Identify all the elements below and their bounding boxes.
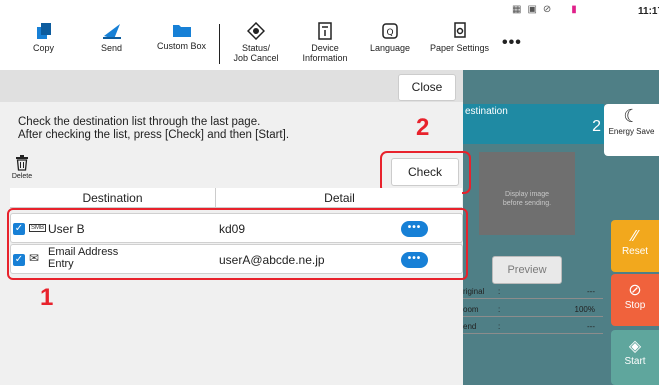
status-icon (247, 22, 265, 40)
delete-button[interactable]: Delete (10, 155, 34, 180)
row-destination: User B (48, 222, 85, 236)
info-divider (463, 298, 603, 299)
dialog-header (0, 70, 463, 102)
reset-icon: ⁄⁄ (632, 228, 638, 245)
preview-button[interactable]: Preview (492, 256, 562, 284)
start-button[interactable]: ◈ Start (611, 330, 659, 385)
reset-button[interactable]: ⁄⁄ Reset (611, 220, 659, 272)
smb-icon: SMB (29, 224, 47, 232)
email-icon: ✉ (29, 251, 40, 265)
network-icon: ▦ (512, 4, 522, 15)
table-header: Destination Detail (10, 188, 462, 208)
trash-icon (16, 155, 28, 171)
toolbar-language-label: Language (370, 43, 411, 53)
start-label: Start (624, 356, 646, 367)
toolbar-status-label: Status/ Job Cancel (233, 43, 279, 63)
column-detail[interactable]: Detail (217, 188, 462, 208)
close-button[interactable]: Close (398, 74, 456, 101)
toolbar-paper-settings-label: Paper Settings (430, 43, 490, 53)
toolbar-send-label: Send (101, 43, 123, 53)
info-key: oom (463, 305, 479, 314)
energy-save-label: Energy Save (608, 127, 655, 136)
reset-label: Reset (621, 246, 649, 257)
copy-icon (36, 23, 51, 39)
folder-icon (172, 25, 191, 37)
info-value: --- (587, 287, 595, 296)
info-value: --- (587, 322, 595, 331)
no-wireless-icon: ⊘ (542, 4, 552, 15)
preview-placeholder: Display image before sending. (502, 191, 552, 207)
info-key: end (463, 322, 477, 331)
destination-label: estination (465, 106, 508, 117)
destination-count-card[interactable]: estination 2 (463, 104, 604, 144)
stop-button[interactable]: ⊘ Stop (611, 274, 659, 326)
destination-check-dialog: Close Check the destination list through… (0, 70, 471, 385)
clock: 11:17 (638, 6, 659, 17)
toolbar-custom-box-label: Custom Box (157, 41, 207, 51)
info-key: riginal (463, 287, 485, 296)
info-divider (463, 333, 603, 334)
instruction-message: Check the destination list through the l… (18, 116, 289, 142)
row-checkbox[interactable]: ✓ (13, 254, 25, 266)
svg-text:Q: Q (386, 28, 393, 38)
row-destination: Email Address Entry (48, 246, 119, 270)
energy-save-button[interactable]: ☾ Energy Save (604, 104, 659, 156)
row-more-button[interactable]: ••• (401, 252, 428, 268)
start-icon: ◈ (628, 338, 642, 355)
status-icons: ▦ ▣ ⊘ ▮ (512, 4, 577, 15)
toolbar-copy-button[interactable]: Copy (33, 22, 54, 53)
device-info-icon (318, 22, 332, 40)
stop-icon: ⊘ (628, 282, 642, 299)
stop-label: Stop (624, 300, 646, 311)
table-row[interactable]: ✓ ✉ Email Address Entry userA@abcde.ne.j… (10, 244, 463, 274)
table-row[interactable]: ✓ SMB User B kd09 ••• (10, 213, 463, 243)
info-value: 100% (574, 305, 595, 314)
toolbar-copy-label: Copy (33, 43, 55, 53)
toolbar-device-info-label: Device Information (302, 43, 348, 63)
toner-low-icon: ▮ (571, 4, 577, 15)
toolbar-paper-settings-button[interactable]: Paper Settings (430, 22, 489, 53)
step-1-marker: 1 (40, 284, 54, 311)
row-detail: userA@abcde.ne.jp (219, 253, 325, 267)
preview-area: Display image before sending. (479, 152, 575, 235)
delete-label: Delete (11, 173, 33, 180)
toolbar-custom-box-button[interactable]: Custom Box (157, 22, 206, 51)
toolbar-send-button[interactable]: Send (101, 22, 122, 53)
destination-count: 2 (592, 118, 601, 135)
toolbar-separator (219, 24, 220, 64)
row-detail: kd09 (219, 222, 246, 236)
info-divider (463, 316, 603, 317)
toolbar-device-info-button[interactable]: Device Information (297, 22, 353, 63)
toolbar-language-button[interactable]: Q Language (370, 22, 410, 53)
row-more-button[interactable]: ••• (401, 221, 428, 237)
step-2-marker: 2 (416, 114, 430, 141)
check-button[interactable]: Check (391, 158, 459, 186)
row-checkbox[interactable]: ✓ (13, 223, 25, 235)
send-icon (102, 24, 121, 39)
toolbar-status-button[interactable]: Status/ Job Cancel (232, 22, 280, 63)
moon-icon: ☾ (623, 106, 640, 126)
top-toolbar: ▦ ▣ ⊘ ▮ 11:17 Copy Send Custom Box Statu… (0, 0, 659, 70)
column-destination[interactable]: Destination (10, 188, 216, 208)
language-icon: Q (382, 23, 398, 39)
sd-card-icon: ▣ (527, 4, 537, 15)
instruction-line-1: Check the destination list through the l… (18, 116, 261, 128)
toolbar-more-button[interactable]: ••• (502, 34, 522, 52)
paper-settings-icon (453, 22, 466, 38)
instruction-line-2: After checking the list, press [Check] a… (18, 129, 290, 141)
